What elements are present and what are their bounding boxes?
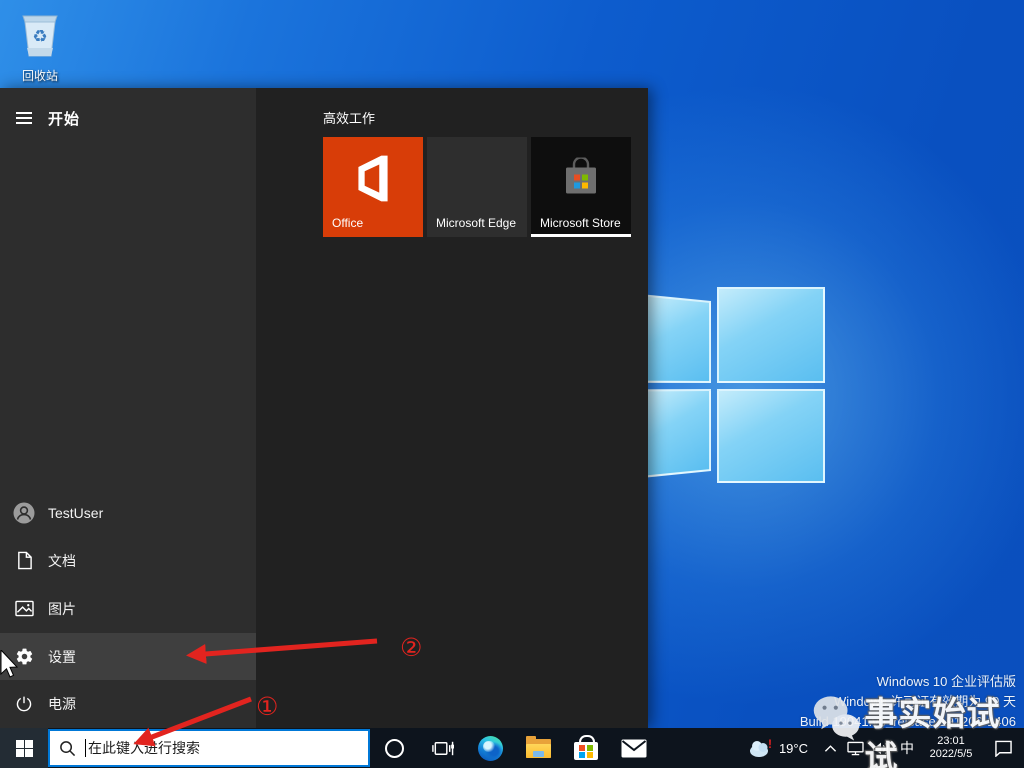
power-icon [0, 695, 48, 713]
store-taskbar-button[interactable] [562, 728, 610, 768]
tile-label: Microsoft Edge [436, 216, 517, 230]
watermark-line-1: Windows 10 企业评估版 [876, 674, 1016, 689]
tile-selection-underline [531, 234, 631, 237]
volume-tray-button[interactable] [868, 728, 894, 768]
user-avatar-icon [0, 502, 48, 524]
action-center-icon [994, 740, 1012, 757]
file-explorer-button[interactable] [514, 728, 562, 768]
picture-icon [0, 600, 48, 617]
cortana-icon [384, 738, 404, 758]
office-icon [354, 154, 392, 209]
start-menu-tile-panel: 高效工作 Office Microsoft Edge Microsoft Sto… [256, 88, 648, 728]
temperature-label: 19°C [778, 740, 808, 756]
start-menu-left-rail: 开始 TestUser 文档 图片 设置 电源 [0, 88, 256, 728]
edge-taskbar-button[interactable] [466, 728, 514, 768]
recycle-bin-label: 回收站 [21, 69, 58, 83]
taskbar-search[interactable] [48, 729, 370, 767]
cortana-button[interactable] [370, 728, 418, 768]
clock-date: 2022/5/5 [929, 748, 973, 760]
mail-icon [621, 739, 647, 757]
text-caret [85, 739, 86, 757]
chevron-up-icon [824, 744, 836, 752]
start-button[interactable] [0, 728, 48, 768]
sidebar-item-user[interactable]: TestUser [0, 489, 256, 536]
sidebar-item-label: TestUser [48, 504, 104, 521]
clock[interactable]: 23:01 2022/5/5 [920, 728, 982, 768]
action-center-button[interactable] [982, 728, 1024, 768]
tile-office[interactable]: Office [323, 137, 423, 237]
sidebar-item-documents[interactable]: 文档 [0, 537, 256, 584]
ime-indicator[interactable]: 中 [894, 728, 920, 768]
file-explorer-icon [525, 735, 551, 758]
tile-label: Office [332, 216, 364, 230]
weather-widget[interactable]: ! 19°C [748, 728, 818, 768]
document-icon [0, 551, 48, 570]
start-menu: 开始 TestUser 文档 图片 设置 电源 高效工作 Office Micr… [0, 88, 648, 728]
gear-icon [0, 647, 48, 666]
watermark-line-2: Windows 许可证有效期为 90 天 [833, 694, 1016, 709]
windows-start-icon [15, 739, 33, 757]
start-menu-title: 开始 [48, 110, 81, 128]
tile-label: Microsoft Store [540, 216, 621, 230]
search-input[interactable] [88, 740, 368, 756]
network-tray-button[interactable] [842, 728, 868, 768]
svg-text:♻: ♻ [32, 27, 47, 46]
weather-cloud-icon: ! [749, 738, 772, 757]
sidebar-item-label: 设置 [48, 648, 76, 665]
mail-button[interactable] [610, 728, 658, 768]
tile-edge[interactable]: Microsoft Edge [427, 137, 527, 237]
volume-icon [872, 742, 889, 754]
windows-logo-wallpaper [642, 287, 827, 483]
recycle-bin-icon: ♻ [22, 15, 58, 57]
taskbar: ! 19°C 中 23:01 2022/5/5 [0, 728, 1024, 768]
network-icon [846, 741, 864, 755]
sidebar-item-pictures[interactable]: 图片 [0, 585, 256, 632]
task-view-icon [431, 741, 454, 755]
edge-icon [477, 735, 503, 761]
tile-section-title: 高效工作 [323, 111, 376, 126]
sidebar-item-label: 图片 [48, 600, 76, 617]
recycle-bin[interactable]: ♻ 回收站 [2, 8, 78, 84]
clock-time: 23:01 [937, 735, 965, 747]
hamburger-menu-button[interactable] [0, 112, 48, 124]
sidebar-item-label: 文档 [48, 552, 76, 569]
show-hidden-icons-button[interactable] [818, 728, 842, 768]
sidebar-item-settings[interactable]: 设置 [0, 633, 256, 680]
store-icon [563, 156, 599, 205]
task-view-button[interactable] [418, 728, 466, 768]
sidebar-item-label: 电源 [48, 695, 76, 712]
tile-store[interactable]: Microsoft Store [531, 137, 631, 237]
search-icon [60, 740, 76, 756]
store-icon [574, 735, 598, 760]
evaluation-watermark: Windows 10 企业评估版 Windows 许可证有效期为 90 天 Bu… [800, 672, 1016, 732]
sidebar-item-power[interactable]: 电源 [0, 680, 256, 727]
system-tray: ! 19°C 中 23:01 2022/5/5 [748, 728, 1024, 768]
svg-text:!: ! [768, 738, 772, 751]
